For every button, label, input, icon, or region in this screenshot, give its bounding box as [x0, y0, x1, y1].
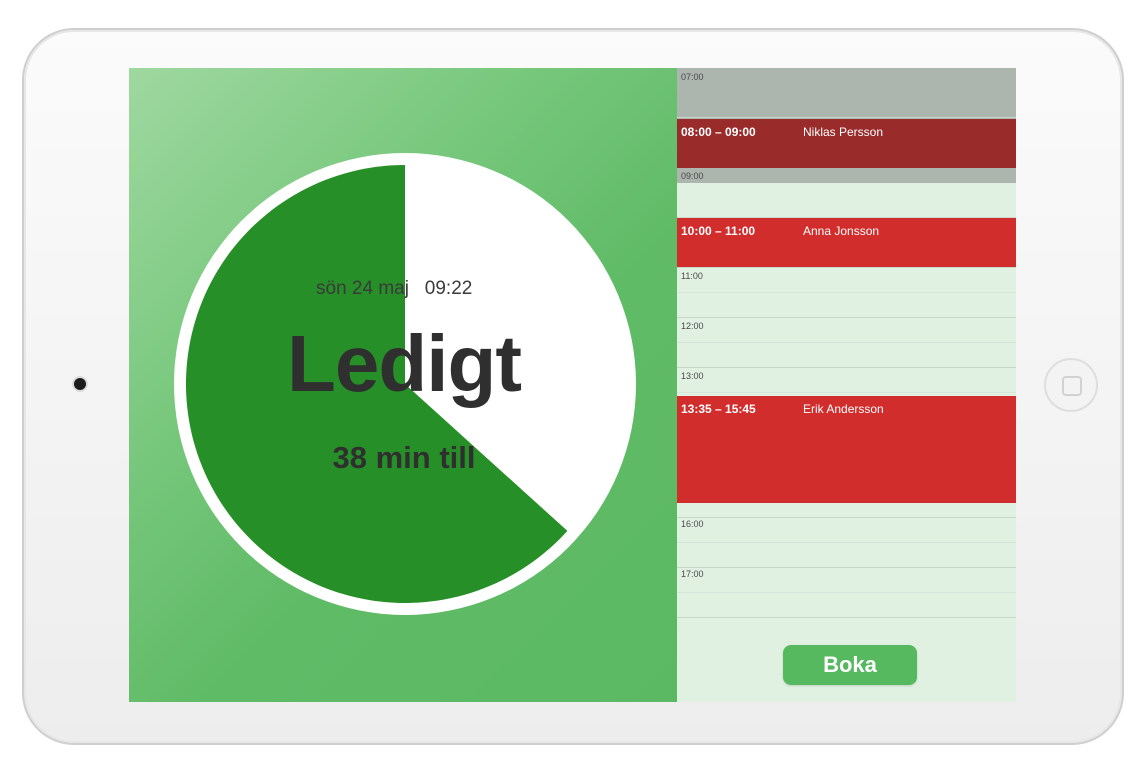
booking-event[interactable]: 13:35 – 15:45 Erik Andersson [677, 396, 1016, 503]
book-button[interactable]: Boka [783, 645, 917, 685]
event-time: 08:00 – 09:00 [681, 125, 756, 139]
current-date: sön 24 maj [316, 278, 409, 299]
booking-event-past[interactable]: 08:00 – 09:00 Niklas Persson [677, 119, 1016, 168]
half-hour-line [677, 592, 1016, 593]
hour-line [677, 267, 1016, 268]
hour-line [677, 617, 1016, 618]
hour-label: 07:00 [681, 72, 704, 82]
event-organizer: Anna Jonsson [803, 224, 880, 238]
room-status-panel: sön 24 maj 09:22 Ledigt 38 min till [129, 68, 677, 702]
booking-event[interactable]: 10:00 – 11:00 Anna Jonsson [677, 218, 1016, 267]
room-display-screen: sön 24 maj 09:22 Ledigt 38 min till 07:0… [129, 68, 1016, 702]
hour-line [677, 317, 1016, 318]
hour-label: 09:00 [681, 171, 704, 181]
hour-line [677, 567, 1016, 568]
hour-label: 13:00 [681, 371, 704, 381]
hour-label: 16:00 [681, 519, 704, 529]
hour-label: 17:00 [681, 569, 704, 579]
status-title: Ledigt [287, 319, 522, 408]
half-hour-line [677, 342, 1016, 343]
current-time: 09:22 [424, 278, 473, 299]
half-hour-line [677, 292, 1016, 293]
event-organizer: Erik Andersson [803, 402, 884, 416]
hour-label: 12:00 [681, 321, 704, 331]
hour-line [677, 367, 1016, 368]
home-button[interactable] [1044, 358, 1098, 412]
event-organizer: Niklas Persson [803, 125, 884, 139]
event-time: 13:35 – 15:45 [681, 402, 756, 416]
camera-icon [74, 378, 86, 390]
current-datetime: sön 24 maj 09:22 [316, 278, 472, 300]
status-subtitle: 38 min till [332, 440, 476, 475]
event-time: 10:00 – 11:00 [681, 224, 756, 238]
half-hour-line [677, 392, 1016, 393]
home-square-icon [1062, 376, 1082, 396]
day-calendar[interactable]: 07:00 09:00 11:00 12:00 13:00 16:00 17:0… [677, 68, 1016, 702]
hour-label: 11:00 [681, 271, 703, 281]
half-hour-line [677, 542, 1016, 543]
hour-line [677, 517, 1016, 518]
hour-line [677, 117, 1016, 118]
